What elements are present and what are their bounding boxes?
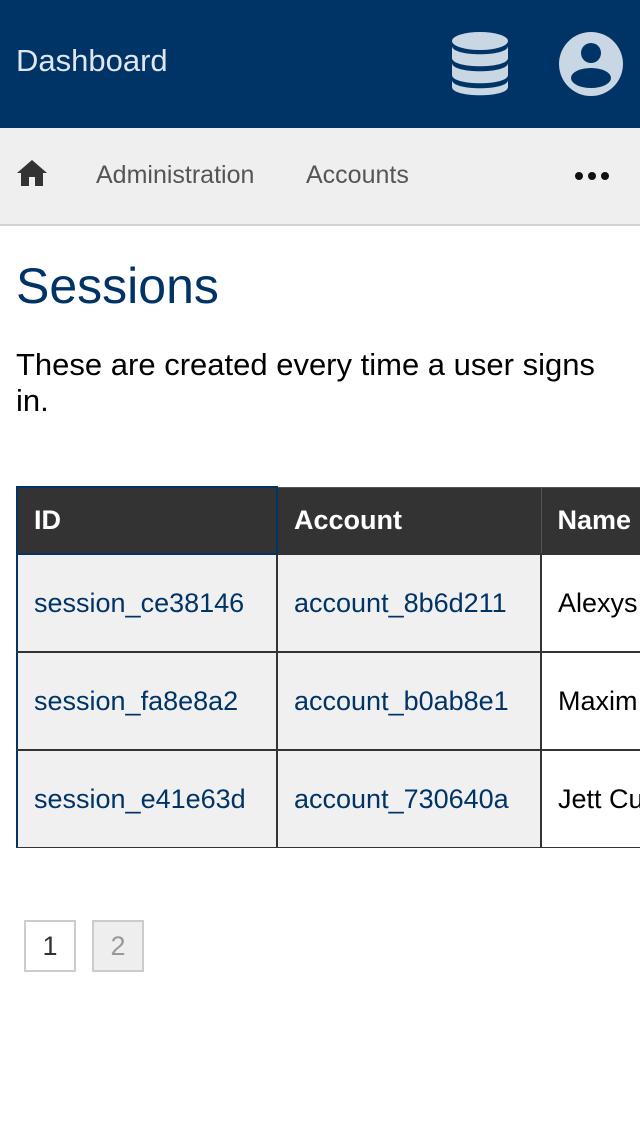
sessions-table: ID Account Name session_ce38146 account_… — [16, 486, 640, 848]
session-link[interactable]: session_e41e63d — [34, 784, 246, 814]
page-title: Sessions — [16, 258, 219, 314]
name-cell: Alexys Stroma — [540, 553, 640, 653]
column-header-id: ID — [16, 486, 278, 555]
sessions-table-container: ID Account Name session_ce38146 account_… — [16, 486, 640, 848]
account-link[interactable]: account_b0ab8e1 — [294, 686, 509, 716]
page-description: These are created every time a user sign… — [16, 347, 595, 418]
column-header-account: Account — [276, 486, 542, 555]
account-cell: account_730640a — [276, 749, 542, 848]
table-row: session_ce38146 account_8b6d211 Alexys S… — [16, 553, 640, 653]
account-link[interactable]: account_8b6d211 — [294, 588, 507, 618]
session-link[interactable]: session_fa8e8a2 — [34, 686, 238, 716]
session-id-cell: session_ce38146 — [16, 553, 278, 653]
table-row: session_e41e63d account_730640a Jett Cum… — [16, 749, 640, 848]
app-title[interactable]: Dashboard — [16, 42, 168, 80]
name-cell: Maxim Feest — [540, 651, 640, 751]
user-circle-icon[interactable] — [558, 31, 624, 97]
table-row: session_fa8e8a2 account_b0ab8e1 Maxim Fe… — [16, 651, 640, 751]
name-cell: Jett Cumm — [540, 749, 640, 848]
database-icon[interactable] — [450, 31, 510, 97]
session-link[interactable]: session_ce38146 — [34, 588, 244, 618]
nav-link-administration[interactable]: Administration — [96, 160, 254, 190]
home-icon[interactable] — [16, 157, 48, 189]
column-header-name: Name — [540, 486, 640, 555]
account-cell: account_b0ab8e1 — [276, 651, 542, 751]
account-cell: account_8b6d211 — [276, 553, 542, 653]
session-id-cell: session_fa8e8a2 — [16, 651, 278, 751]
pagination-page-1[interactable]: 1 — [24, 920, 76, 972]
table-header-row: ID Account Name — [16, 486, 640, 555]
pagination-page-2: 2 — [92, 920, 144, 972]
ellipsis-icon[interactable] — [574, 170, 610, 182]
account-link[interactable]: account_730640a — [294, 784, 509, 814]
session-id-cell: session_e41e63d — [16, 749, 278, 848]
nav-link-accounts[interactable]: Accounts — [306, 160, 409, 190]
